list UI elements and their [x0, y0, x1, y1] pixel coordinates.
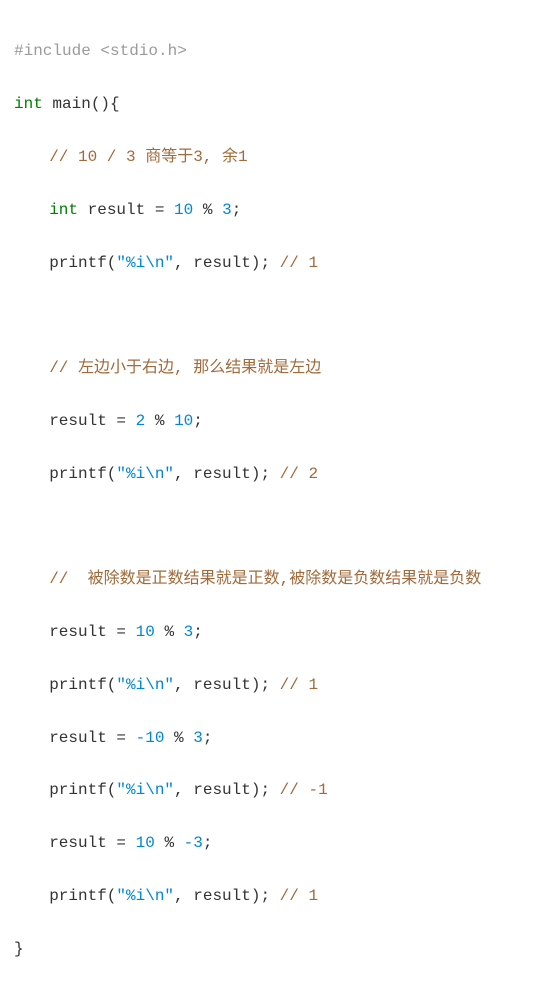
- comment: // 被除数是正数结果就是正数,被除数是负数结果就是负数: [49, 570, 481, 588]
- code-line: result = 10 % -3;: [14, 830, 523, 856]
- code-line: printf("%i\n", result); // 1: [14, 672, 523, 698]
- number-literal: 3: [222, 201, 232, 219]
- code-block: #include <stdio.h> int main(){ // 10 / 3…: [0, 0, 537, 1000]
- code-line: // 10 / 3 商等于3, 余1: [14, 144, 523, 170]
- code-line: // 被除数是正数结果就是正数,被除数是负数结果就是负数: [14, 566, 523, 592]
- comment: // 左边小于右边, 那么结果就是左边: [49, 359, 321, 377]
- code-line: printf("%i\n", result); // 1: [14, 883, 523, 909]
- keyword-int: int: [14, 95, 43, 113]
- blank-line: [14, 513, 523, 539]
- code-line: int main(){: [14, 91, 523, 117]
- preproc-directive: #include <stdio.h>: [14, 42, 187, 60]
- number-literal: 10: [174, 201, 193, 219]
- code-line: // 左边小于右边, 那么结果就是左边: [14, 355, 523, 381]
- code-line: printf("%i\n", result); // 1: [14, 250, 523, 276]
- keyword-int: int: [49, 201, 78, 219]
- comment: // 2: [280, 465, 318, 483]
- comment: // 1: [280, 676, 318, 694]
- code-line: result = 2 % 10;: [14, 408, 523, 434]
- identifier-result: result: [88, 201, 146, 219]
- comment: // 1: [280, 254, 318, 272]
- code-line: result = 10 % 3;: [14, 619, 523, 645]
- comment: // -1: [280, 781, 328, 799]
- escape-newline: \n: [145, 254, 164, 272]
- code-line: }: [14, 936, 523, 962]
- code-line: printf("%i\n", result); // -1: [14, 777, 523, 803]
- comment: // 10 / 3 商等于3, 余1: [49, 148, 247, 166]
- closing-brace: }: [14, 940, 24, 958]
- code-line: int result = 10 % 3;: [14, 197, 523, 223]
- code-line: #include <stdio.h>: [14, 38, 523, 64]
- function-printf: printf: [49, 254, 107, 272]
- format-string: %i: [126, 254, 145, 272]
- code-line: printf("%i\n", result); // 2: [14, 461, 523, 487]
- code-line: result = -10 % 3;: [14, 725, 523, 751]
- blank-line: [14, 302, 523, 328]
- function-main: main: [52, 95, 90, 113]
- comment: // 1: [280, 887, 318, 905]
